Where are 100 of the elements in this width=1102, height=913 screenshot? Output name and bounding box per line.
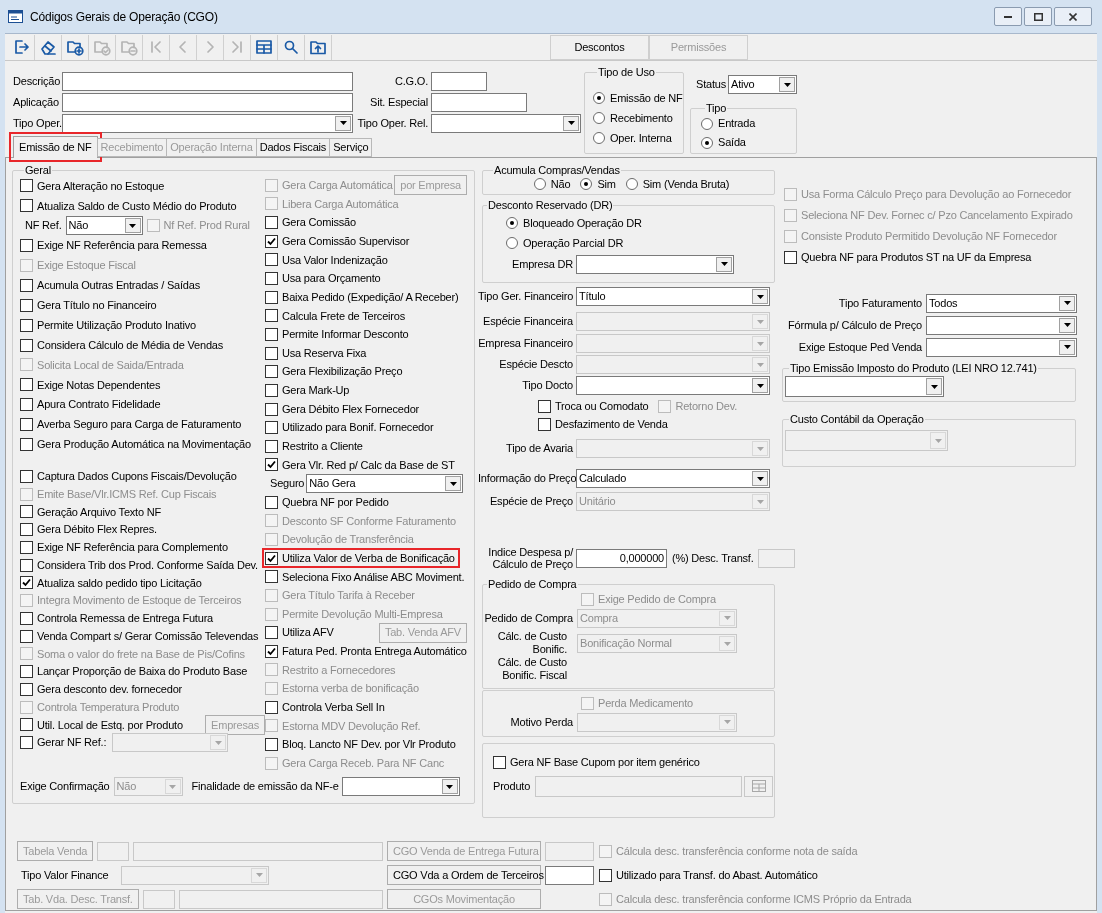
radio-button[interactable] xyxy=(593,132,605,144)
checkbox[interactable] xyxy=(20,629,33,643)
field-label: Tipo Valor Finance xyxy=(20,867,110,883)
checkbox-label: Emite Base/Vlr.ICMS Ref. Cup Fiscais xyxy=(37,486,217,502)
radio-button[interactable] xyxy=(506,237,518,249)
checkbox[interactable] xyxy=(265,290,278,304)
checkbox-label: Gera desconto dev. fornecedor xyxy=(37,682,183,698)
dropdown[interactable] xyxy=(785,376,944,397)
checkbox[interactable] xyxy=(20,199,33,213)
dropdown[interactable]: Não Gera xyxy=(306,474,464,494)
dropdown[interactable] xyxy=(341,777,460,796)
checkbox[interactable] xyxy=(20,378,33,392)
checkbox-label: Consiste Produto Permitido Devolução NF Fornecedor xyxy=(801,229,1057,245)
checkbox[interactable] xyxy=(265,383,278,397)
radio-button[interactable] xyxy=(625,178,638,191)
dropdown[interactable]: Não xyxy=(65,216,143,236)
dropdown[interactable]: Todos xyxy=(926,293,1077,313)
checkbox[interactable] xyxy=(20,418,33,432)
checkbox[interactable] xyxy=(20,318,33,332)
dropdown[interactable] xyxy=(576,376,770,395)
checkbox[interactable] xyxy=(265,253,278,267)
checkbox[interactable] xyxy=(493,755,506,769)
checkbox[interactable] xyxy=(265,439,278,453)
checkbox[interactable] xyxy=(265,458,278,472)
radio-label: Sim (Venda Bruta) xyxy=(642,177,730,192)
checkbox[interactable] xyxy=(265,272,278,285)
checkbox[interactable] xyxy=(265,327,278,341)
checkbox[interactable] xyxy=(20,398,33,412)
tab[interactable]: Serviço xyxy=(329,138,373,157)
checkbox[interactable] xyxy=(20,469,33,483)
checkbox[interactable] xyxy=(265,234,278,248)
checkbox[interactable] xyxy=(265,402,278,416)
checkbox[interactable] xyxy=(20,558,33,572)
checkbox-label: Estorna MDV Devolução Ref. xyxy=(282,718,421,734)
text-field[interactable] xyxy=(431,92,527,112)
checkbox[interactable] xyxy=(20,278,33,292)
radio-button[interactable] xyxy=(701,117,713,130)
checkbox[interactable] xyxy=(538,400,551,413)
radio-button[interactable] xyxy=(580,178,593,191)
text-field[interactable] xyxy=(62,92,353,112)
group-title: Geral xyxy=(24,164,52,176)
checkbox[interactable] xyxy=(20,576,33,590)
checkbox[interactable] xyxy=(265,551,278,565)
checkbox[interactable] xyxy=(20,682,33,696)
close-button[interactable] xyxy=(1054,7,1092,26)
folder-upload-icon xyxy=(309,38,327,56)
checkbox[interactable] xyxy=(538,418,551,431)
checkbox[interactable] xyxy=(265,700,278,714)
dropdown[interactable] xyxy=(926,337,1077,357)
checkbox[interactable] xyxy=(20,611,33,625)
checkbox[interactable] xyxy=(784,251,797,264)
text-field[interactable]: 0,000000 xyxy=(576,548,667,568)
checkbox-label: Usa Forma Cálculo Preço para Devolução ao Fornecedor xyxy=(801,187,1072,203)
checkbox-label: Desconto SF Conforme Faturamento xyxy=(282,513,456,529)
checkbox[interactable] xyxy=(265,738,278,752)
checkbox[interactable] xyxy=(265,570,278,584)
dropdown[interactable] xyxy=(576,254,734,274)
dropdown[interactable]: Calculado xyxy=(576,469,770,488)
dropdown[interactable] xyxy=(62,113,353,133)
checkbox[interactable] xyxy=(265,644,278,658)
field-label: Cálc. de Custo Bonific. Fiscal xyxy=(496,656,568,682)
radio-button[interactable] xyxy=(701,136,713,149)
checkbox[interactable] xyxy=(20,298,33,312)
dropdown[interactable]: Título xyxy=(576,287,770,306)
checkbox[interactable] xyxy=(20,179,33,193)
maximize-button[interactable] xyxy=(1024,7,1052,26)
radio-button[interactable] xyxy=(506,217,518,229)
checkbox[interactable] xyxy=(20,523,33,537)
checkbox[interactable] xyxy=(20,438,33,451)
checkbox[interactable] xyxy=(265,309,278,323)
checkbox[interactable] xyxy=(20,540,33,554)
checkbox-label: Gera Carga Receb. Para NF Canc xyxy=(282,755,445,771)
radio-button[interactable] xyxy=(593,112,605,124)
checkbox[interactable] xyxy=(20,718,33,732)
checkbox[interactable] xyxy=(20,665,33,679)
dropdown[interactable] xyxy=(431,113,581,133)
checkbox-label: Baixa Pedido (Expedição/ A Receber) xyxy=(282,289,459,305)
checkbox[interactable] xyxy=(265,365,278,379)
checkbox[interactable] xyxy=(20,505,33,519)
caret-icon xyxy=(446,784,454,789)
checkbox[interactable] xyxy=(265,346,278,360)
checkbox[interactable] xyxy=(265,421,278,435)
checkbox[interactable] xyxy=(265,626,278,640)
text-field[interactable] xyxy=(431,71,487,91)
toolbar-text-button[interactable]: Descontos xyxy=(550,34,649,60)
tab[interactable]: Dados Fiscais xyxy=(255,138,331,157)
dropdown[interactable]: Ativo xyxy=(728,75,797,94)
minimize-button[interactable] xyxy=(994,7,1022,26)
checkbox[interactable] xyxy=(599,868,612,882)
dropdown[interactable] xyxy=(926,315,1077,335)
checkbox[interactable] xyxy=(20,338,33,352)
checkbox[interactable] xyxy=(20,239,33,253)
text-field[interactable] xyxy=(545,865,594,885)
text-field[interactable] xyxy=(62,71,353,91)
checkbox[interactable] xyxy=(265,495,278,509)
checkbox-label: Gera Título no Financeiro xyxy=(37,298,157,314)
radio-button[interactable] xyxy=(533,178,546,191)
checkbox[interactable] xyxy=(20,736,33,750)
checkbox[interactable] xyxy=(265,216,278,230)
radio-button[interactable] xyxy=(593,92,605,104)
